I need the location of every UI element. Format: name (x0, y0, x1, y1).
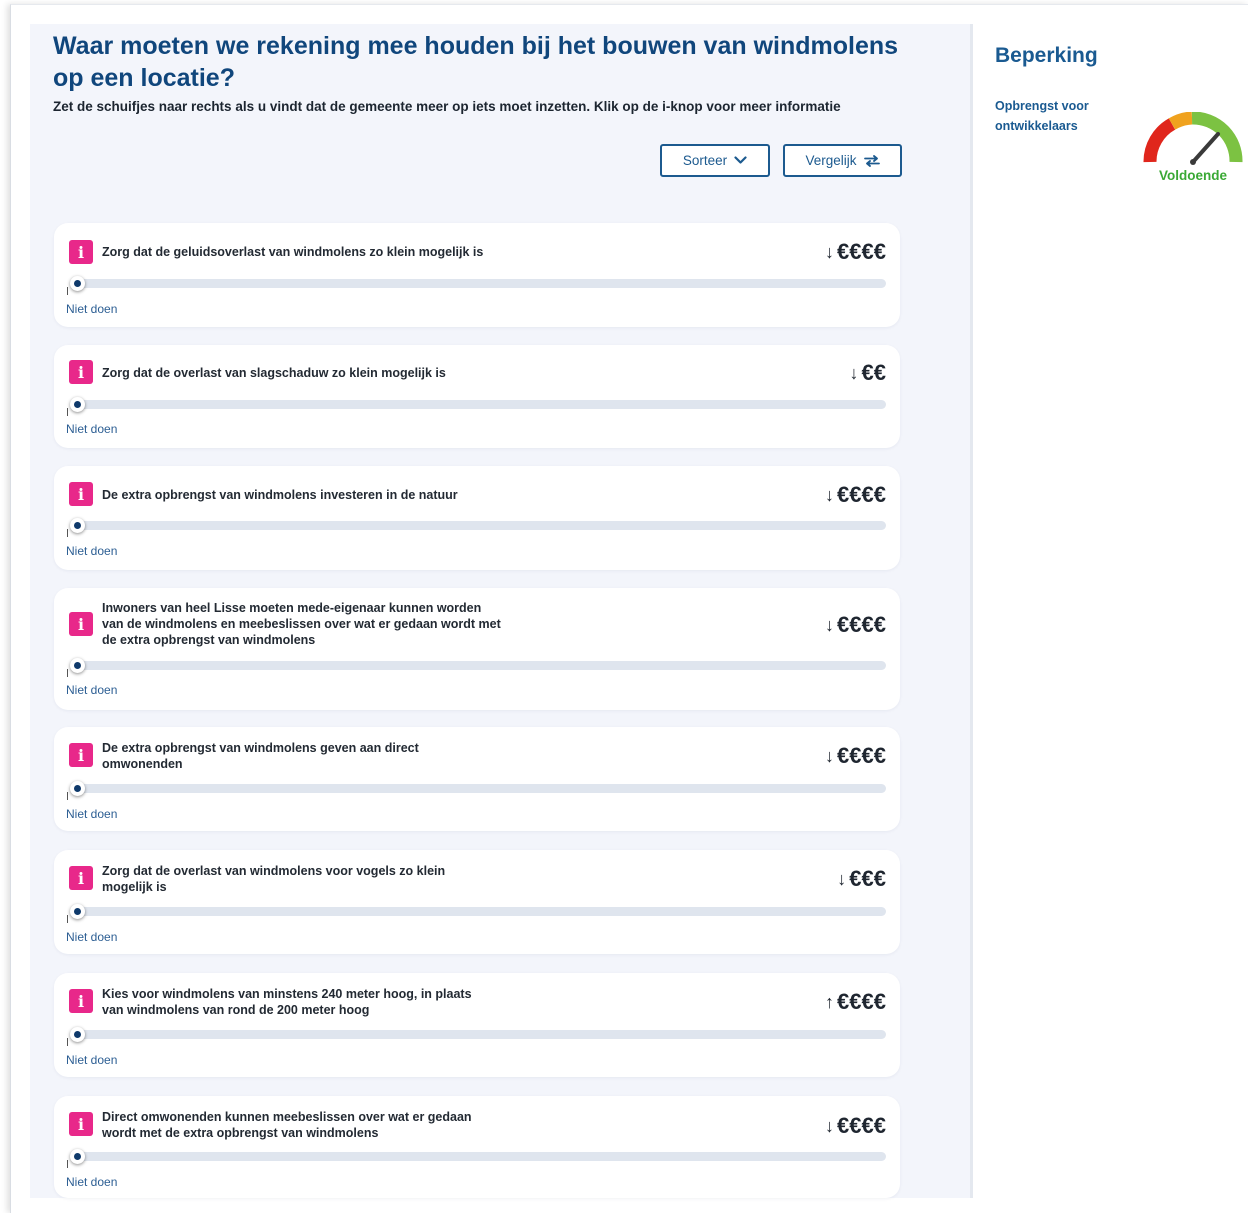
compare-button[interactable]: Vergelijk (783, 144, 902, 177)
swap-arrows-icon (863, 154, 880, 167)
item-label: Inwoners van heel Lisse moeten mede-eige… (102, 601, 501, 647)
cost-indicator: ↓ €€€€ (825, 613, 886, 637)
slider-tick (67, 792, 68, 800)
slider-thumb[interactable] (70, 658, 85, 673)
slider-tick (67, 287, 68, 295)
direction-arrow-icon: ↓ (837, 869, 847, 889)
slider-level-label: Niet doen (66, 302, 118, 316)
item-card: i Zorg dat de geluidsoverlast van windmo… (54, 223, 900, 327)
chevron-down-icon (734, 156, 747, 164)
info-icon[interactable]: i (69, 989, 93, 1013)
direction-arrow-icon: ↓ (849, 363, 859, 383)
item-label: Zorg dat de overlast van slagschaduw zo … (102, 366, 446, 380)
gauge-icon (1143, 112, 1243, 165)
cost-indicator: ↓ €€€€ (825, 1114, 886, 1138)
item-card: i De extra opbrengst van windmolens inve… (54, 466, 900, 570)
direction-arrow-icon: ↓ (825, 615, 835, 635)
sidebar-title: Beperking (995, 44, 1098, 67)
slider-track[interactable] (78, 521, 886, 530)
info-icon[interactable]: i (69, 360, 93, 384)
slider-thumb[interactable] (70, 781, 85, 796)
item-card: i De extra opbrengst van windmolens geve… (54, 727, 900, 831)
slider-level-label: Niet doen (66, 930, 118, 944)
slider-thumb[interactable] (70, 276, 85, 291)
slider-tick (67, 669, 68, 677)
slider-track[interactable] (78, 400, 886, 409)
gauge-status-label: Voldoende (1158, 168, 1227, 183)
item-label: Direct omwonenden kunnen meebeslissen ov… (102, 1110, 472, 1140)
direction-arrow-icon: ↑ (825, 992, 835, 1012)
slider-track[interactable] (78, 784, 886, 793)
item-card: i Direct omwonenden kunnen meebeslissen … (54, 1096, 900, 1198)
slider-track[interactable] (78, 1030, 886, 1039)
cost-euros: €€€€ (837, 482, 886, 507)
sort-button[interactable]: Sorteer (660, 144, 770, 177)
slider-tick (67, 408, 68, 416)
gauge-needle (1191, 132, 1220, 164)
slider-level-label: Niet doen (66, 544, 118, 558)
item-card: i Inwoners van heel Lisse moeten mede-ei… (54, 588, 900, 710)
item-card: i Kies voor windmolens van minstens 240 … (54, 973, 900, 1077)
sort-button-label: Sorteer (682, 153, 728, 168)
item-label: De extra opbrengst van windmolens invest… (102, 488, 458, 502)
cost-indicator: ↓ €€€€ (825, 483, 886, 507)
item-label: De extra opbrengst van windmolens geven … (102, 741, 419, 771)
slider-thumb[interactable] (70, 518, 85, 533)
constraint-label: Opbrengst voor ontwikkelaars (995, 99, 1089, 133)
direction-arrow-icon: ↓ (825, 242, 835, 262)
compare-button-label: Vergelijk (805, 153, 857, 168)
cost-indicator: ↓ €€€€ (825, 744, 886, 768)
page-subtitle: Zet de schuifjes naar rechts als u vindt… (53, 99, 841, 114)
slider-tick (67, 1038, 68, 1046)
page-title: Waar moeten we rekening mee houden bij h… (53, 32, 899, 92)
cost-indicator: ↑ €€€€ (825, 990, 886, 1014)
item-label: Zorg dat de geluidsoverlast van windmole… (102, 245, 484, 259)
direction-arrow-icon: ↓ (825, 746, 835, 766)
gauge-red-segment (1143, 118, 1176, 163)
slider-track[interactable] (78, 661, 886, 670)
info-icon[interactable]: i (69, 866, 93, 890)
item-label: Kies voor windmolens van minstens 240 me… (102, 987, 472, 1017)
slider-level-label: Niet doen (66, 683, 118, 697)
slider-level-label: Niet doen (66, 807, 118, 821)
cost-indicator: ↓ €€€€ (825, 240, 886, 264)
slider-track[interactable] (78, 279, 886, 288)
slider-thumb[interactable] (70, 1027, 85, 1042)
slider-tick (67, 1160, 68, 1168)
cost-euros: €€€€ (837, 1113, 886, 1138)
cost-euros: €€€€ (837, 743, 886, 768)
info-icon[interactable]: i (69, 612, 93, 636)
cost-euros: €€€ (849, 866, 886, 891)
gauge-orange-segment (1168, 112, 1193, 130)
info-icon[interactable]: i (69, 240, 93, 264)
info-icon[interactable]: i (69, 1112, 93, 1136)
slider-thumb[interactable] (70, 1149, 85, 1164)
slider-thumb[interactable] (70, 397, 85, 412)
cost-euros: €€€€ (837, 612, 886, 637)
slider-track[interactable] (78, 907, 886, 916)
item-card: i Zorg dat de overlast van windmolens vo… (54, 850, 900, 954)
direction-arrow-icon: ↓ (825, 485, 835, 505)
direction-arrow-icon: ↓ (825, 1116, 835, 1136)
slider-level-label: Niet doen (66, 1053, 118, 1067)
cost-euros: €€€€ (837, 239, 886, 264)
slider-track[interactable] (78, 1152, 886, 1161)
info-icon[interactable]: i (69, 482, 93, 506)
cost-euros: €€€€ (837, 989, 886, 1014)
sidebar-divider (970, 24, 973, 1198)
slider-tick (67, 529, 68, 537)
info-icon[interactable]: i (69, 743, 93, 767)
item-card: i Zorg dat de overlast van slagschaduw z… (54, 345, 900, 448)
cost-euros: €€ (861, 360, 886, 385)
cost-indicator: ↓ €€ (850, 361, 886, 385)
item-label: Zorg dat de overlast van windmolens voor… (102, 864, 446, 894)
cost-indicator: ↓ €€€ (837, 867, 886, 891)
slider-tick (67, 915, 68, 923)
slider-level-label: Niet doen (66, 422, 118, 436)
slider-level-label: Niet doen (66, 1175, 118, 1189)
slider-thumb[interactable] (70, 904, 85, 919)
